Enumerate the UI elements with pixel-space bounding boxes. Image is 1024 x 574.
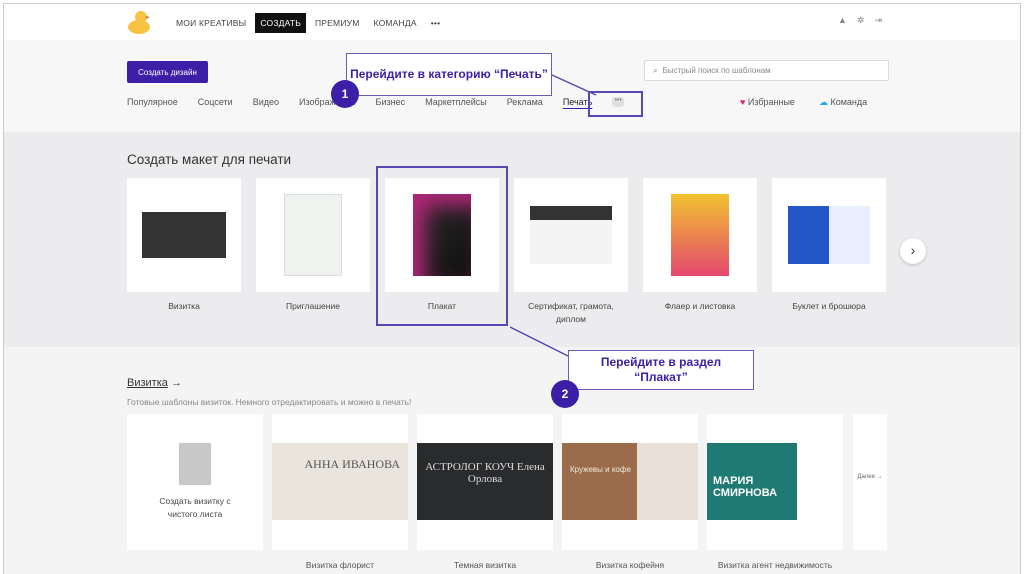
callout-1: Перейдите в категорию “Печать”	[346, 53, 552, 96]
step-badge-1: 1	[331, 80, 359, 108]
step-badge-2: 2	[551, 380, 579, 408]
highlight-print-tab	[588, 91, 643, 117]
callout-2: Перейдите в раздел “Плакат”	[568, 350, 754, 390]
highlight-poster-card	[376, 166, 508, 326]
arrow-2	[509, 326, 569, 357]
